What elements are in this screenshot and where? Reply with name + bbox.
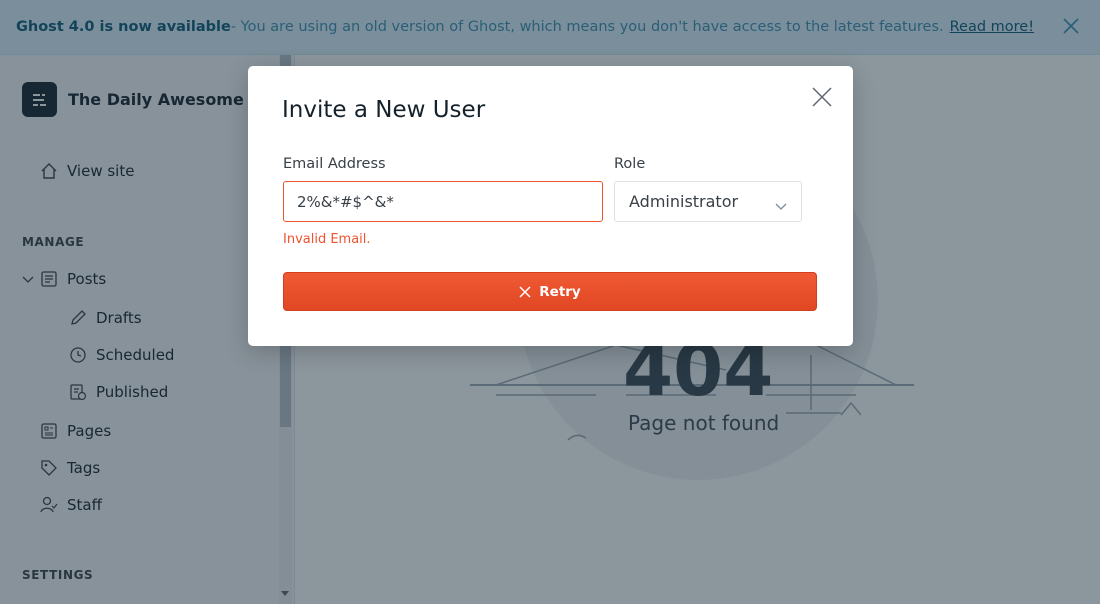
role-select[interactable]: Administrator [614,181,802,222]
email-field[interactable]: 2%&*#$^&* [283,181,603,222]
invite-user-modal: Invite a New User Email Address 2%&*#$^&… [248,66,853,346]
close-icon [519,285,531,298]
chevron-down-icon [775,197,787,210]
retry-label: Retry [539,283,581,300]
role-label: Role [614,156,646,172]
email-error: Invalid Email. [283,232,371,247]
modal-title: Invite a New User [282,97,486,123]
role-select-value: Administrator [629,192,739,211]
email-label: Email Address [283,156,386,172]
close-icon[interactable] [811,86,833,108]
retry-button[interactable]: Retry [283,272,817,311]
